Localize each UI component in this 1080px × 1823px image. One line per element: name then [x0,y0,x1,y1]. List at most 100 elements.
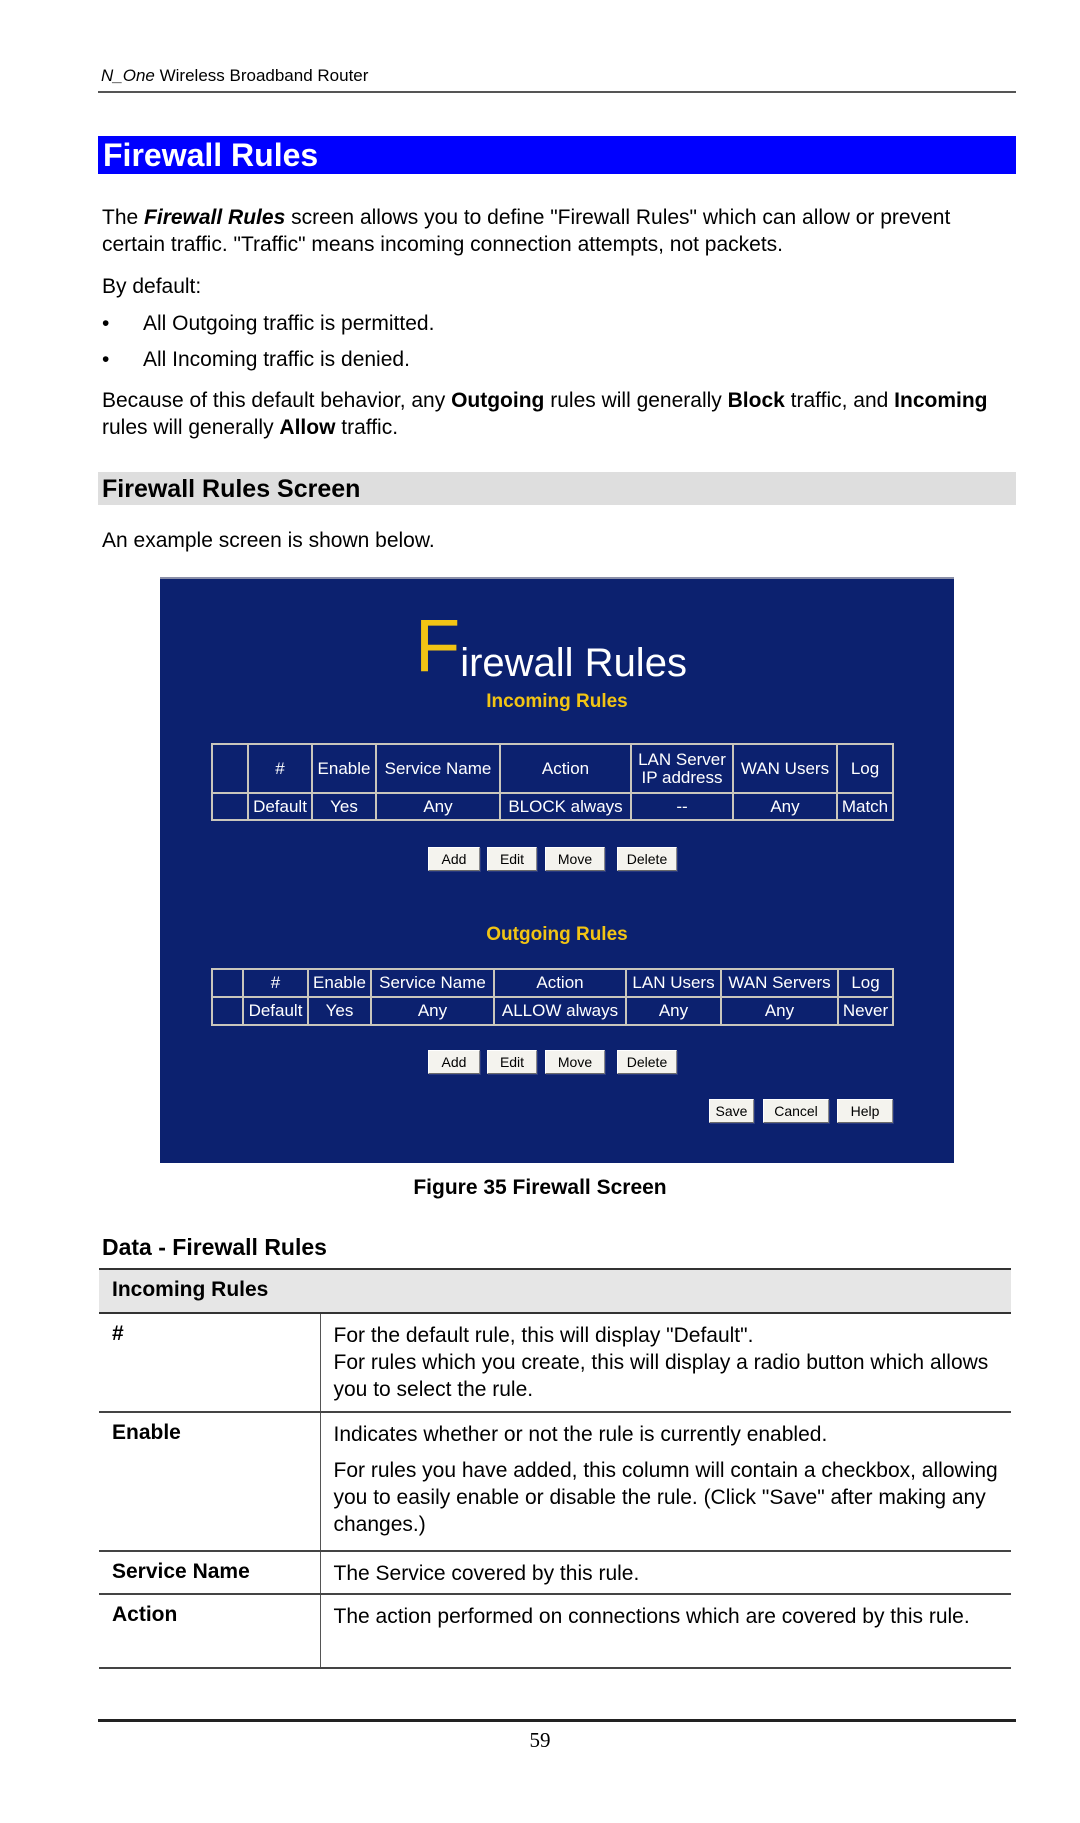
bold-run: Allow [279,416,336,439]
description-text: The action performed on connections whic… [333,1605,970,1628]
field-description: For the default rule, this will display … [320,1313,1011,1413]
incoming-delete-button[interactable]: Delete [617,847,677,871]
field-description: The action performed on connections whic… [320,1594,1011,1669]
select-column-header [211,743,249,794]
outgoing-add-button[interactable]: Add [428,1050,480,1074]
incoming-add-button[interactable]: Add [428,847,480,871]
save-button[interactable]: Save [709,1099,754,1123]
table-cell: Never [837,996,894,1026]
intro-prefix: The [102,206,145,229]
table-row[interactable]: Default Yes Any BLOCK always -- Any Matc… [211,792,894,821]
help-button[interactable]: Help [837,1099,893,1123]
router-screenshot: Firewall Rules Incoming Rules # Enable S… [160,577,954,1163]
section-heading: Firewall Rules Screen [102,475,361,503]
description-text: For the default rule, this will display … [333,1324,989,1401]
column-header: Service Name [375,743,501,794]
header-line: IP address [641,767,723,787]
table-cell: Yes [311,792,377,821]
description-text: Indicates whether or not the rule is cur… [333,1423,828,1446]
title-rest: irewall Rules [460,641,687,685]
column-header: Log [836,743,894,794]
header-rule [98,91,1016,93]
figure-caption: Figure 35 Firewall Screen [413,1176,667,1199]
table-row[interactable]: Default Yes Any ALLOW always Any Any Nev… [211,996,894,1026]
outgoing-rules-heading: Outgoing Rules [486,924,628,945]
column-header: # [242,968,309,998]
column-header: Enable [307,968,372,998]
table-cell [211,996,244,1026]
text-run: Because of this default behavior, any [102,389,452,412]
table-cell: Default [242,996,309,1026]
outgoing-edit-button[interactable]: Edit [487,1050,537,1074]
column-header: WAN Users [732,743,838,794]
by-default-label: By default: [102,275,202,298]
table-cell: Yes [307,996,372,1026]
table-row: Action The action performed on connectio… [99,1594,1011,1669]
table-cell: -- [630,792,734,821]
field-name: # [99,1313,321,1413]
description-text: For rules you have added, this column wi… [333,1459,998,1536]
table-cell: Any [732,792,838,821]
router-screen-title: Firewall Rules [415,609,687,684]
table-cell [211,792,249,821]
data-table: Incoming Rules # For the default rule, t… [99,1268,1011,1669]
incoming-edit-button[interactable]: Edit [487,847,537,871]
cancel-button[interactable]: Cancel [763,1099,829,1123]
running-head-text: Wireless Broadband Router [154,66,369,85]
bullet-icon: • [102,312,110,335]
page-number: 59 [529,1728,551,1752]
bold-run: Incoming [894,389,988,412]
header-line: LAN Server [638,749,726,769]
text-run: rules will generally [102,416,280,439]
text-run: traffic, and [784,389,895,412]
incoming-move-button[interactable]: Move [545,847,605,871]
incoming-rules-heading: Incoming Rules [486,691,628,712]
column-header: Service Name [370,968,495,998]
column-header: Log [837,968,894,998]
running-head: N_One Wireless Broadband Router [101,66,368,86]
column-header: LAN Users [625,968,722,998]
data-table-section-label: Incoming Rules [99,1268,1011,1314]
field-description: Indicates whether or not the rule is cur… [320,1412,1011,1552]
table-cell: Default [247,792,313,821]
field-name: Action [99,1594,321,1669]
field-description: The Service covered by this rule. [320,1551,1011,1595]
default-behavior-paragraph: Because of this default behavior, any Ou… [102,387,1012,441]
column-header: Action [493,968,627,998]
footer-rule [98,1719,1016,1722]
outgoing-rules-table: # Enable Service Name Action LAN Users W… [211,968,894,1026]
section-heading-bar: Firewall Rules Screen [98,472,1016,505]
bold-run: Outgoing [451,389,545,412]
table-row: Enable Indicates whether or not the rule… [99,1412,1011,1552]
table-cell: Any [625,996,722,1026]
table-cell: ALLOW always [493,996,627,1026]
intro-paragraph: The Firewall Rules screen allows you to … [102,204,1012,258]
column-header: Enable [311,743,377,794]
column-header: Action [499,743,632,794]
bullet-icon: • [102,348,110,371]
select-column-header [211,968,244,998]
data-table-section-row: Incoming Rules [99,1268,1011,1314]
table-cell: Match [836,792,894,821]
table-header-row: # Enable Service Name Action LAN Users W… [211,968,894,998]
outgoing-delete-button[interactable]: Delete [617,1050,677,1074]
field-name: Enable [99,1412,321,1552]
incoming-rules-table: # Enable Service Name Action LAN Server I… [211,743,894,821]
column-header: WAN Servers [720,968,839,998]
page-title: Firewall Rules [103,137,319,173]
outgoing-move-button[interactable]: Move [545,1050,605,1074]
bold-run: Block [727,389,785,412]
example-text: An example screen is shown below. [102,529,435,552]
page-title-bar: Firewall Rules [98,136,1016,174]
description-text: The Service covered by this rule. [333,1562,640,1585]
column-header: # [247,743,313,794]
table-cell: Any [375,792,501,821]
table-row: Service Name The Service covered by this… [99,1551,1011,1595]
data-heading: Data - Firewall Rules [102,1234,327,1260]
text-run: traffic. [335,416,399,439]
bullet-text: All Outgoing traffic is permitted. [143,312,435,335]
table-header-row: # Enable Service Name Action LAN Server I… [211,743,894,794]
bullet-text: All Incoming traffic is denied. [143,348,410,371]
table-cell: BLOCK always [499,792,632,821]
running-head-product: N_One [101,66,155,85]
